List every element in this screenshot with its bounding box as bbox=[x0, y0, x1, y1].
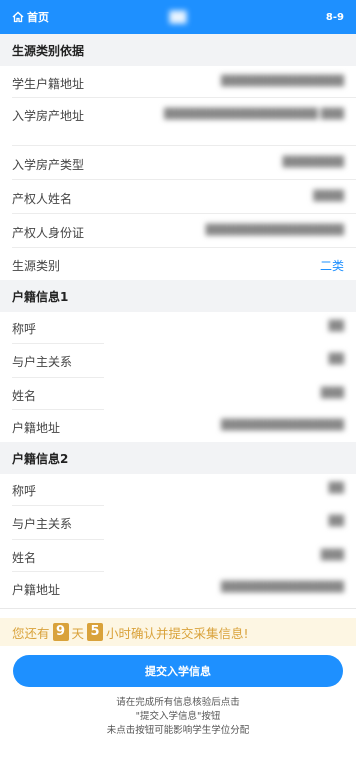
row-owner-id: 产权人身份证 ██████████████████ bbox=[0, 214, 356, 248]
day-unit: 天 bbox=[71, 625, 85, 641]
row-property-type: 入学房产类型 ████████ bbox=[0, 146, 356, 180]
row-label: 学生户籍地址 bbox=[12, 77, 85, 91]
row-value: ██████████████████ bbox=[205, 225, 344, 236]
notice-suffix: 小时确认并提交采集信息! bbox=[106, 625, 249, 641]
notice-prefix: 您还有 bbox=[12, 625, 50, 641]
row-value: ███ bbox=[320, 388, 344, 399]
home-link[interactable]: 首页 bbox=[12, 9, 49, 25]
row-name: 姓名 ███ bbox=[0, 378, 356, 410]
row-value: ████████████████ bbox=[220, 582, 344, 593]
home-icon bbox=[12, 11, 24, 23]
top-bar: 首页 ██ 8-9 bbox=[0, 0, 356, 34]
row-name: 姓名 ███ bbox=[0, 540, 356, 572]
row-label: 户籍地址 bbox=[12, 583, 61, 597]
row-value: ██ bbox=[328, 516, 344, 527]
row-value: ██ bbox=[328, 321, 344, 332]
row-student-address: 学生户籍地址 ████████████████ bbox=[0, 66, 356, 98]
days-count: 9 bbox=[52, 623, 69, 641]
submit-enrollment-button[interactable]: 提交入学信息 bbox=[13, 655, 343, 687]
row-label: 入学房产类型 bbox=[12, 158, 85, 172]
row-label: 与户主关系 bbox=[12, 355, 73, 369]
row-label: 称呼 bbox=[12, 322, 37, 336]
row-owner-name: 产权人姓名 ████ bbox=[0, 180, 356, 214]
row-household-address: 户籍地址 ████████████████ bbox=[0, 410, 356, 442]
section-header-basis: 生源类别依据 bbox=[0, 34, 356, 66]
row-value: ████ bbox=[313, 191, 344, 202]
row-relation: 与户主关系 ██ bbox=[0, 506, 356, 540]
version-text: 8-9 bbox=[325, 11, 344, 23]
row-label: 户籍地址 bbox=[12, 421, 61, 435]
hours-count: 5 bbox=[87, 623, 104, 641]
row-value: ████████████████████ ███ bbox=[163, 109, 344, 120]
row-salutation: 称呼 ██ bbox=[0, 474, 356, 506]
row-label: 生源类别 bbox=[12, 259, 61, 273]
divider bbox=[0, 608, 356, 609]
row-label: 产权人身份证 bbox=[12, 226, 85, 240]
row-household-address: 户籍地址 ████████████████ bbox=[0, 572, 356, 604]
row-label: 姓名 bbox=[12, 551, 37, 565]
section-header-household-1: 户籍信息1 bbox=[0, 280, 356, 312]
hint-line: 未点击按钮可能影响学生学位分配 bbox=[106, 725, 250, 736]
row-value: ██ bbox=[328, 483, 344, 494]
row-label: 与户主关系 bbox=[12, 517, 73, 531]
source-category-value: 二类 bbox=[319, 259, 344, 273]
row-property-address: 入学房产地址 ████████████████████ ███ bbox=[0, 98, 356, 146]
row-label: 姓名 bbox=[12, 389, 37, 403]
row-value: ████████████████ bbox=[220, 420, 344, 431]
row-label: 入学房产地址 bbox=[12, 109, 85, 123]
row-value: ████████ bbox=[282, 157, 344, 168]
row-value: ███ bbox=[320, 550, 344, 561]
row-salutation: 称呼 ██ bbox=[0, 312, 356, 344]
row-relation: 与户主关系 ██ bbox=[0, 344, 356, 378]
section-header-household-2: 户籍信息2 bbox=[0, 442, 356, 474]
page-title: ██ bbox=[169, 10, 187, 24]
row-label: 产权人姓名 bbox=[12, 192, 73, 206]
hint-line: "提交入学信息"按钮 bbox=[135, 711, 221, 722]
row-value: ██ bbox=[328, 354, 344, 365]
row-label: 称呼 bbox=[12, 484, 37, 498]
row-source-category: 生源类别 二类 bbox=[0, 248, 356, 280]
hint-line: 请在完成所有信息核验后点击 bbox=[116, 697, 240, 708]
submit-hint: 请在完成所有信息核验后点击 "提交入学信息"按钮 未点击按钮可能影响学生学位分配 bbox=[0, 696, 356, 738]
countdown-notice: 您还有 9 天 5 小时确认并提交采集信息! bbox=[0, 618, 356, 646]
row-value: ████████████████ bbox=[220, 76, 344, 87]
home-label: 首页 bbox=[27, 11, 49, 24]
